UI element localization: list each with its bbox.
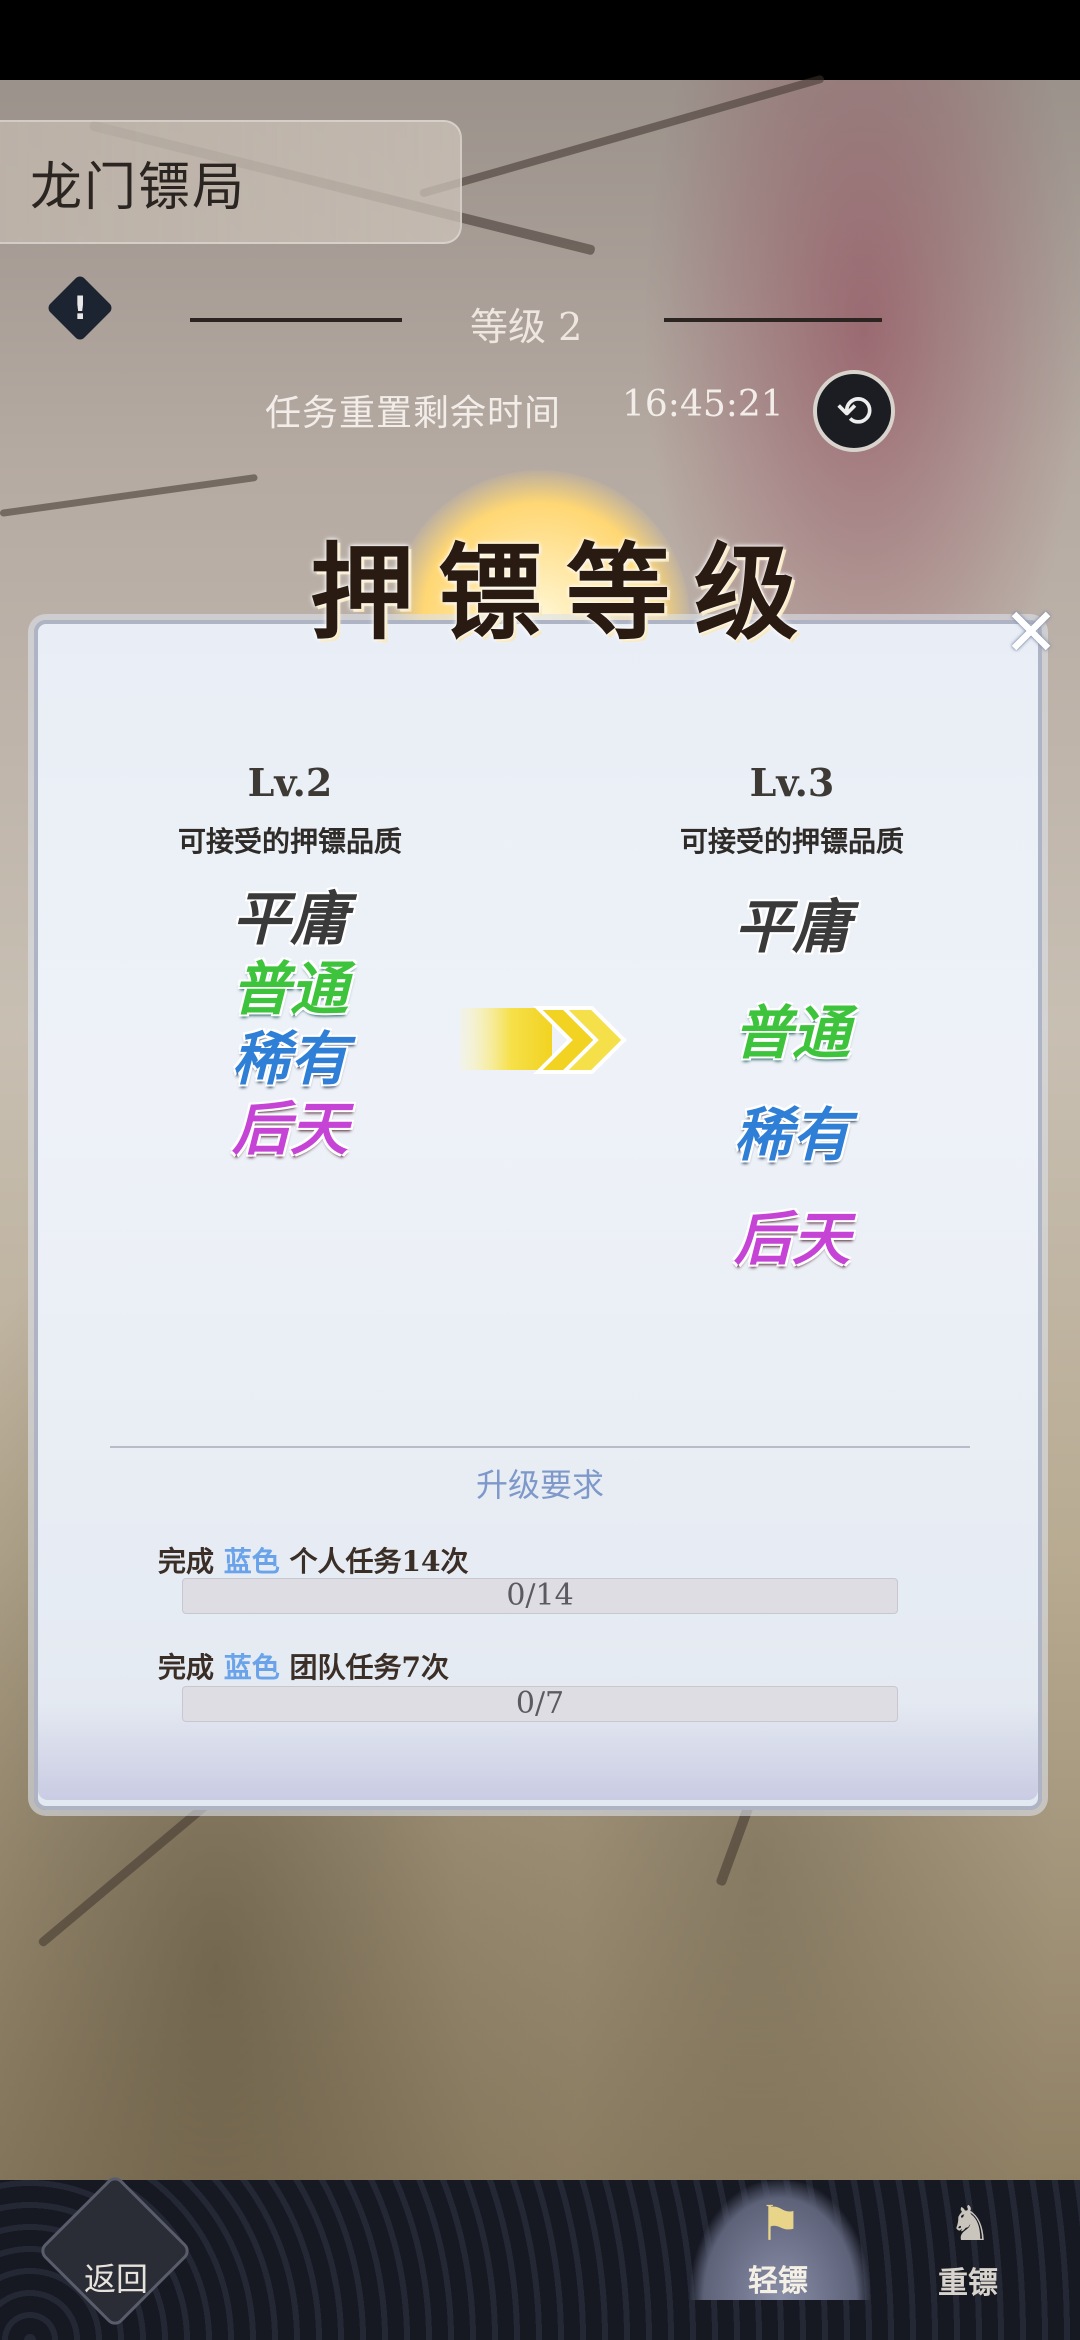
requirement-2-prefix: 完成 [158,1651,215,1684]
status-bar [0,0,1080,80]
tab-light-escort[interactable]: 轻镖 [728,2256,828,2300]
dialog-banner-title: 押镖等级 [310,531,823,654]
close-icon[interactable]: ✕ [998,600,1064,666]
reset-timer-value: 16:45:21 [622,384,784,425]
double-chevron-right-icon [460,1006,627,1074]
requirement-2-suffix: 团队任务7次 [289,1651,450,1684]
requirements-divider [110,1446,970,1448]
requirement-1-progress-bar: 0/14 [182,1578,898,1614]
next-quality-normal: 普通 [733,999,850,1067]
requirement-1-text: 完成 蓝色 个人任务14次 [158,1540,469,1580]
requirement-2-color: 蓝色 [223,1651,280,1684]
level-label: 等级 2 [470,305,583,349]
refresh-icon[interactable]: ⟲ [813,370,895,452]
heavy-escort-icon[interactable]: ♞ [930,2196,1010,2252]
requirements-title: 升级要求 [475,1466,604,1504]
next-level-subtitle: 可接受的押镖品质 [679,825,904,858]
next-quality-common: 平庸 [733,893,850,961]
current-level: Lv.2 [247,760,333,805]
requirement-1-color: 蓝色 [223,1545,280,1578]
next-quality-innate: 后天 [733,1205,850,1273]
requirement-2-text: 完成 蓝色 团队任务7次 [158,1646,449,1686]
tab-heavy-escort[interactable]: 重镖 [918,2258,1018,2302]
page-title: 龙门镖局 [30,158,247,218]
current-quality-innate: 后天 [231,1095,348,1163]
requirement-1-suffix: 个人任务14次 [289,1545,469,1578]
light-escort-icon[interactable]: ⚑ [740,2196,820,2252]
back-button-label: 返回 [83,2260,148,2298]
requirement-2-progress-bar: 0/7 [182,1686,898,1722]
requirement-1-prefix: 完成 [158,1545,215,1578]
current-level-subtitle: 可接受的押镖品质 [177,825,402,858]
next-quality-rare: 稀有 [733,1101,850,1169]
level-divider-right [664,318,882,322]
level-divider-left [190,318,402,322]
requirement-2-progress-text: 0/7 [515,1686,565,1721]
reset-timer-label: 任务重置剩余时间 [265,393,562,434]
requirement-1-progress-text: 0/14 [506,1578,574,1613]
next-level: Lv.3 [749,760,835,805]
